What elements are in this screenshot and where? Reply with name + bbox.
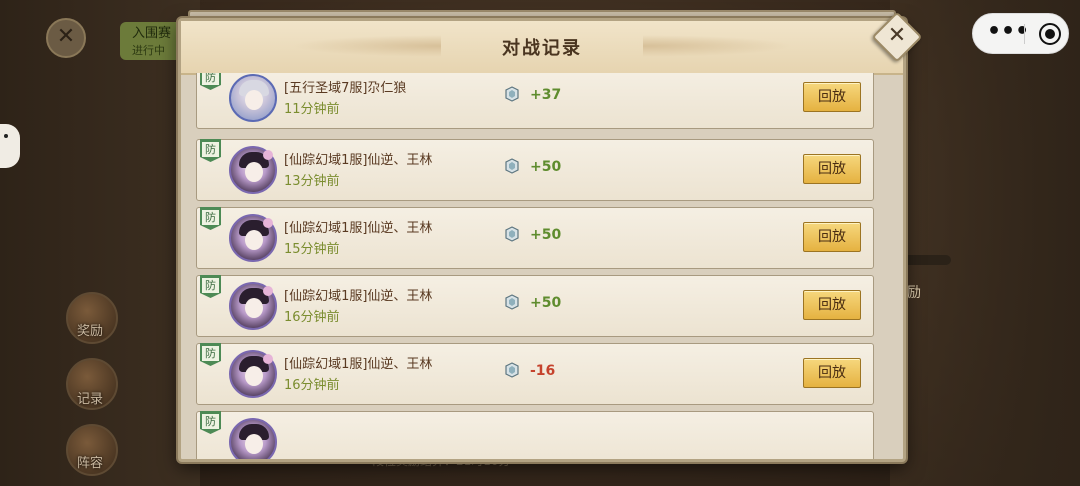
rank-score-icon [505,226,519,242]
replay-button[interactable]: 回放 [803,290,861,320]
battle-record-dialog: 对战记录 ✕ 防 [五行圣域7服]尕仁狼 11分钟前 +37 回放 防 [仙踪幻… [178,11,923,462]
defense-tag: 防 [200,73,221,90]
opponent-name: [五行圣域7服]尕仁狼 [284,81,407,96]
record-row: 防 [仙踪幻域1服]仙逆、王林 15分钟前 +50 回放 [196,207,874,269]
record-row: 防 [五行圣域7服]尕仁狼 11分钟前 +37 回放 [196,73,874,129]
defense-tag-label: 防 [202,210,219,225]
replay-button[interactable]: 回放 [803,82,861,112]
record-time: 15分钟前 [284,242,340,257]
record-time: 16分钟前 [284,378,340,393]
side-character [0,124,20,168]
record-row: 防 [仙踪幻域1服]仙逆、王林 16分钟前 +50 回放 [196,275,874,337]
score-change: +37 [530,87,562,103]
more-icon[interactable]: ••• [987,20,1029,48]
score-change: +50 [530,159,562,175]
miniprogram-capsule: ••• [972,13,1069,54]
replay-button[interactable]: 回放 [803,154,861,184]
defense-tag-label: 防 [202,278,219,293]
exit-target-icon[interactable] [1039,23,1061,45]
record-row-partial: 防 [196,411,874,459]
replay-button[interactable]: 回放 [803,358,861,388]
record-side-label: 记录 [76,392,103,407]
defense-tag: 防 [200,275,221,298]
defense-tag-label: 防 [202,73,219,85]
dialog-title: 对战记录 [502,38,582,59]
record-time: 16分钟前 [284,310,340,325]
rank-score-icon [505,294,519,310]
reward-side-label: 奖励 [76,324,103,339]
score-change: -16 [530,363,556,379]
opponent-avatar[interactable] [229,214,277,262]
capsule-divider [1024,24,1025,44]
record-time: 11分钟前 [284,102,340,117]
opponent-name: [仙踪幻域1服]仙逆、王林 [284,357,433,372]
replay-button[interactable]: 回放 [803,222,861,252]
record-time: 13分钟前 [284,174,340,189]
rank-score-icon [505,86,519,102]
defense-tag: 防 [200,343,221,366]
defense-tag: 防 [200,207,221,230]
rank-score-icon [505,158,519,174]
opponent-name: [仙踪幻域1服]仙逆、王林 [284,289,433,304]
close-icon: ✕ [887,23,907,48]
defense-tag-label: 防 [202,346,219,361]
record-row: 防 [仙踪幻域1服]仙逆、王林 13分钟前 +50 回放 [196,139,874,201]
record-row: 防 [仙踪幻域1服]仙逆、王林 16分钟前 -16 回放 [196,343,874,405]
rank-score-icon [505,362,519,378]
background-wall-right [890,0,1080,486]
opponent-name: [仙踪幻域1服]仙逆、王林 [284,153,433,168]
background-stage-tab[interactable]: 入围赛 进行中 [120,22,182,60]
lineup-side-label: 阵容 [76,456,103,471]
dialog-title-bar: 对战记录 [181,21,903,75]
record-list[interactable]: 防 [五行圣域7服]尕仁狼 11分钟前 +37 回放 防 [仙踪幻域1服]仙逆、… [196,73,876,459]
opponent-avatar[interactable] [229,350,277,398]
score-change: +50 [530,227,562,243]
stage-tab-status: 进行中 [132,44,165,57]
defense-tag: 防 [200,139,221,162]
defense-tag-label: 防 [202,142,219,157]
score-change: +50 [530,295,562,311]
defense-tag-label: 防 [202,414,219,429]
opponent-avatar[interactable] [229,418,277,459]
opponent-name: [仙踪幻域1服]仙逆、王林 [284,221,433,236]
background-wall-left [0,0,200,486]
opponent-avatar[interactable] [229,74,277,122]
opponent-avatar[interactable] [229,146,277,194]
background-close-icon[interactable]: ✕ [46,18,86,58]
stage-tab-label: 入围赛 [132,26,172,41]
defense-tag: 防 [200,411,221,434]
opponent-avatar[interactable] [229,282,277,330]
